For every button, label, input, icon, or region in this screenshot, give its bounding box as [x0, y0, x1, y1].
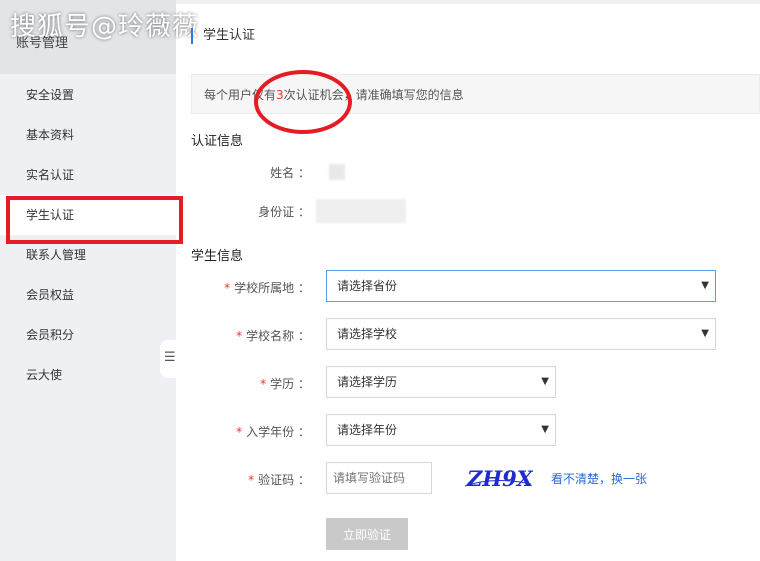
school-select-value: 请选择学校 — [337, 327, 398, 341]
chevron-down-icon: ▼ — [541, 424, 549, 435]
name-label: 姓名 ： — [270, 166, 310, 180]
sidebar-item-member-rights[interactable]: 会员权益 — [0, 275, 176, 315]
id-value-redacted — [316, 199, 406, 223]
sidebar-collapse-toggle[interactable]: ☰ — [160, 340, 176, 378]
required-mark: * — [236, 329, 243, 343]
captcha-image[interactable]: ZH9X — [463, 462, 533, 494]
student-info-title: 学生信息 — [191, 249, 244, 264]
name-value-redacted — [329, 164, 345, 180]
notice-suffix: ，请准确填写您的信息 — [343, 88, 464, 102]
province-select-value: 请选择省份 — [337, 279, 398, 293]
required-mark: * — [248, 473, 255, 487]
id-label: 身份证 ： — [258, 205, 310, 219]
chevron-down-icon: ▼ — [541, 376, 549, 387]
captcha-label: * 验证码 ： — [248, 473, 310, 487]
annotation-box — [6, 196, 183, 244]
annotation-circle — [254, 70, 352, 134]
captcha-text: ZH9X — [466, 466, 533, 491]
menu-icon: ☰ — [164, 350, 176, 365]
school-region-label: * 学校所属地 ： — [224, 281, 310, 295]
school-name-label: * 学校名称 ： — [236, 329, 310, 343]
sidebar-item-ambassador[interactable]: 云大使 — [0, 355, 176, 395]
province-select[interactable]: 请选择省份 ▼ — [326, 270, 716, 302]
education-label: * 学历 ： — [260, 377, 310, 391]
auth-info-title: 认证信息 — [191, 134, 244, 149]
submit-verify-button[interactable]: 立即验证 — [326, 518, 408, 550]
required-mark: * — [260, 377, 267, 391]
year-select[interactable]: 请选择年份 ▼ — [326, 414, 556, 446]
education-select[interactable]: 请选择学历 ▼ — [326, 366, 556, 398]
education-select-value: 请选择学历 — [337, 375, 398, 389]
watermark: 搜狐号@玲薇薇 — [10, 12, 200, 42]
year-select-value: 请选择年份 — [337, 423, 398, 437]
sidebar-item-member-points[interactable]: 会员积分 — [0, 315, 176, 355]
sidebar-item-security[interactable]: 安全设置 — [0, 75, 176, 115]
captcha-input[interactable] — [326, 462, 432, 494]
sidebar-item-profile[interactable]: 基本资料 — [0, 115, 176, 155]
enroll-year-label: * 入学年份 ： — [236, 425, 310, 439]
captcha-refresh-link[interactable]: 看不清楚，换一张 — [551, 470, 647, 487]
chevron-down-icon: ▼ — [701, 280, 709, 291]
page-title: 学生认证 — [191, 28, 255, 44]
school-select[interactable]: 请选择学校 ▼ — [326, 318, 716, 350]
sidebar-item-realname[interactable]: 实名认证 — [0, 155, 176, 195]
chevron-down-icon: ▼ — [701, 328, 709, 339]
required-mark: * — [224, 281, 231, 295]
required-mark: * — [236, 425, 243, 439]
sidebar: 账号管理 安全设置 基本资料 实名认证 学生认证 联系人管理 会员权益 会员积分… — [0, 0, 176, 561]
